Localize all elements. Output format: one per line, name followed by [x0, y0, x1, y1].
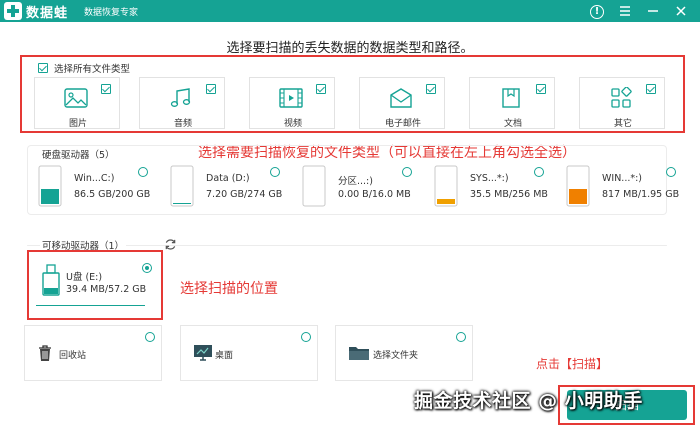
- type-checkbox[interactable]: [426, 84, 436, 94]
- app-logo-icon: [4, 2, 22, 20]
- location-desktop[interactable]: 桌面: [180, 325, 318, 381]
- app-subtitle: 数据恢复专家: [84, 8, 139, 18]
- close-button[interactable]: [672, 2, 690, 20]
- drive-name: 分区...:): [338, 176, 373, 187]
- drive-name: SYS...*:): [470, 173, 509, 184]
- desktop-icon: [194, 345, 212, 361]
- document-icon: [502, 88, 520, 108]
- type-card-image[interactable]: 图片: [34, 77, 120, 129]
- drive-size: 39.4 MB/57.2 GB: [66, 284, 147, 295]
- menu-icon: [620, 6, 630, 16]
- location-radio[interactable]: [145, 332, 155, 342]
- type-checkbox[interactable]: [101, 84, 111, 94]
- close-icon: [676, 6, 686, 16]
- select-all-label: 选择所有文件类型: [54, 64, 131, 75]
- folder-icon: [349, 347, 369, 360]
- hard-drive-1[interactable]: Data (D:) 7.20 GB/274 GB: [160, 163, 286, 211]
- type-card-other[interactable]: 其它: [579, 77, 665, 129]
- type-checkbox[interactable]: [206, 84, 216, 94]
- hard-drive-icon: [302, 165, 326, 207]
- title-bar: 数据蛙 数据恢复专家 !: [0, 0, 700, 22]
- location-label: 桌面: [215, 351, 234, 361]
- music-icon: [170, 88, 191, 107]
- usb-usage-bar: [36, 305, 145, 306]
- location-recycle-bin[interactable]: 回收站: [24, 325, 162, 381]
- minimize-icon: [648, 10, 658, 12]
- select-all-types[interactable]: 选择所有文件类型: [38, 61, 130, 75]
- drive-radio[interactable]: [138, 167, 148, 177]
- type-card-email[interactable]: 电子邮件: [359, 77, 445, 129]
- drive-radio[interactable]: [142, 263, 152, 273]
- drive-radio[interactable]: [666, 167, 676, 177]
- annotation-location: 选择扫描的位置: [180, 281, 278, 297]
- type-label: 电子邮件: [384, 119, 421, 129]
- usb-drive-icon: [42, 264, 60, 296]
- select-all-checkbox[interactable]: [38, 63, 48, 73]
- location-radio[interactable]: [456, 332, 466, 342]
- type-label: 视频: [283, 119, 302, 129]
- hard-drive-0[interactable]: Win...C:) 86.5 GB/200 GB: [28, 163, 154, 211]
- hard-drive-2[interactable]: 分区...:) 0.00 B/16.0 MB: [292, 163, 418, 211]
- location-choose-folder[interactable]: 选择文件夹: [335, 325, 473, 381]
- usb-drive-e[interactable]: U盘 (E:) 39.4 MB/57.2 GB: [28, 257, 154, 305]
- drive-radio[interactable]: [402, 167, 412, 177]
- drive-size: 86.5 GB/200 GB: [74, 189, 151, 200]
- type-label: 文档: [503, 119, 522, 129]
- menu-button[interactable]: [616, 2, 634, 20]
- minimize-button[interactable]: [644, 2, 662, 20]
- location-label: 回收站: [59, 351, 87, 361]
- hard-drive-icon: [434, 165, 458, 207]
- hard-drive-icon: [38, 165, 62, 207]
- hard-drive-4[interactable]: WIN...*:) 817 MB/1.95 GB: [556, 163, 682, 211]
- watermark: 掘金技术社区 @ 小明助手: [414, 390, 643, 412]
- email-icon: [390, 88, 412, 108]
- app-name: 数据蛙: [26, 6, 69, 21]
- type-checkbox[interactable]: [536, 84, 546, 94]
- hard-drive-icon: [170, 165, 194, 207]
- drive-name: WIN...*:): [602, 173, 643, 184]
- type-label: 其它: [613, 119, 632, 129]
- hard-drive-title: 硬盘驱动器（5）: [40, 147, 117, 161]
- drive-name: Win...C:): [74, 173, 115, 184]
- drive-name: Data (D:): [206, 173, 250, 184]
- file-types-section: 选择所有文件类型 图片 音频 视频 电子邮件 文档 其它: [20, 55, 685, 133]
- type-label: 音频: [173, 119, 192, 129]
- type-card-video[interactable]: 视频: [249, 77, 335, 129]
- location-label: 选择文件夹: [373, 351, 419, 361]
- drive-size: 35.5 MB/256 MB: [470, 189, 548, 200]
- help-icon: !: [590, 5, 604, 19]
- video-icon: [279, 88, 303, 108]
- other-icon: [611, 87, 632, 108]
- recycle-bin-icon: [39, 345, 51, 361]
- image-icon: [64, 88, 88, 108]
- drive-radio[interactable]: [270, 167, 280, 177]
- page-heading: 选择要扫描的丢失数据的数据类型和路径。: [226, 41, 474, 56]
- drive-size: 7.20 GB/274 GB: [206, 189, 283, 200]
- drive-name: U盘 (E:): [66, 272, 103, 283]
- hard-drive-3[interactable]: SYS...*:) 35.5 MB/256 MB: [424, 163, 550, 211]
- refresh-icon[interactable]: [164, 238, 177, 251]
- type-checkbox[interactable]: [316, 84, 326, 94]
- location-radio[interactable]: [301, 332, 311, 342]
- annotation-scan: 点击【扫描】: [536, 357, 609, 371]
- type-checkbox[interactable]: [646, 84, 656, 94]
- type-card-audio[interactable]: 音频: [139, 77, 225, 129]
- type-card-document[interactable]: 文档: [469, 77, 555, 129]
- type-label: 图片: [68, 119, 87, 129]
- help-button[interactable]: !: [588, 2, 606, 20]
- drive-size: 0.00 B/16.0 MB: [338, 189, 411, 200]
- drive-radio[interactable]: [534, 167, 544, 177]
- drive-size: 817 MB/1.95 GB: [602, 189, 680, 200]
- hard-drive-icon: [566, 165, 590, 207]
